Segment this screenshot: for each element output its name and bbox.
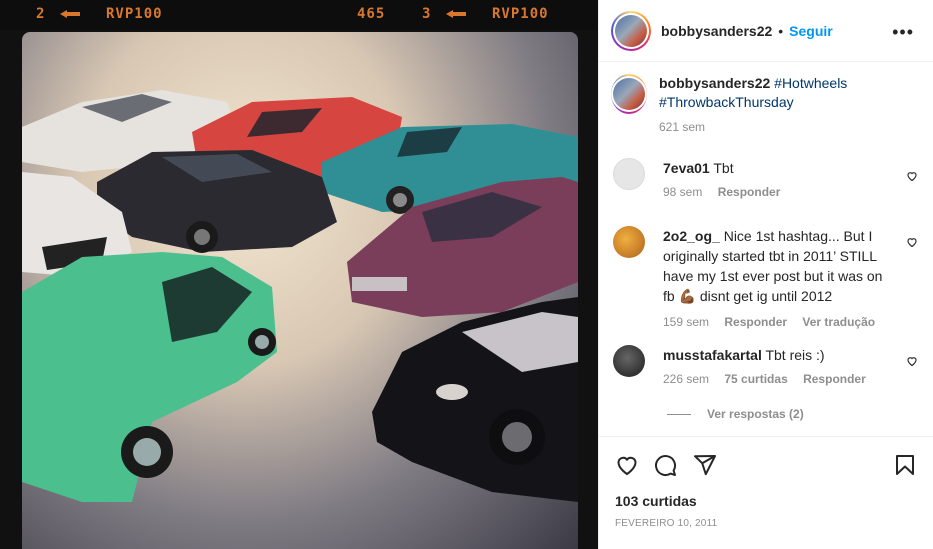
author-username[interactable]: bobbysanders22 [661,23,772,39]
comment-item: 7eva01 Tbt 98 sem Responder [613,158,918,202]
comment-timestamp[interactable]: 98 sem [663,185,702,199]
toy-cars-scene [22,32,578,549]
film-frame-count: 465 [357,6,386,22]
separator-dot: • [778,22,784,39]
commenter-username[interactable]: 7eva01 [663,160,710,176]
hashtag-link[interactable]: #Hotwheels [774,75,847,91]
reply-button[interactable]: Responder [718,185,781,199]
view-replies-button[interactable]: Ver respostas (2) [667,407,804,421]
more-options-icon[interactable]: ••• [892,22,914,43]
dark-sports-car [372,297,578,502]
like-comment-heart-icon[interactable] [906,170,918,182]
comment-item: 2o2_og_ Nice 1st hashtag... But I origin… [613,226,918,332]
post-viewer: 2 RVP100 465 3 RVP100 bobbysanders22 • S… [0,0,933,549]
film-strip: 2 RVP100 465 3 RVP100 [0,0,598,30]
comment-text: Tbt reis :) [765,347,825,363]
see-translation-button[interactable]: Ver tradução [802,315,875,329]
comment-likes[interactable]: 75 curtidas [724,372,787,386]
share-icon[interactable] [693,453,717,477]
comment-icon[interactable] [653,453,677,477]
commenter-avatar[interactable] [613,226,645,258]
reply-button[interactable]: Responder [724,315,787,329]
view-replies-label: Ver respostas (2) [707,407,804,421]
caption-username[interactable]: bobbysanders22 [659,75,770,91]
bookmark-icon[interactable] [893,453,917,477]
commenter-avatar[interactable] [613,158,645,190]
film-arrow-icon-right [446,10,466,18]
post-actions: 103 curtidas FEVEREIRO 10, 2011 [599,436,933,549]
post-date[interactable]: FEVEREIRO 10, 2011 [615,518,717,529]
post-header: bobbysanders22 • Seguir ••• [599,0,933,62]
post-details-panel: bobbysanders22 • Seguir ••• bobbysanders… [598,0,933,549]
commenter-avatar[interactable] [613,345,645,377]
replies-divider [667,413,691,415]
follow-button[interactable]: Seguir [789,23,833,39]
reply-button[interactable]: Responder [803,372,866,386]
green-car [22,252,277,502]
like-comment-heart-icon[interactable] [906,236,918,248]
author-avatar[interactable] [611,10,651,51]
film-label-left: RVP100 [106,6,163,22]
film-frame-number-left: 2 [36,6,46,22]
heart-icon[interactable] [615,453,639,477]
film-arrow-icon-left [60,10,80,18]
comment-timestamp[interactable]: 159 sem [663,315,709,329]
post-caption: bobbysanders22 #Hotwheels #ThrowbackThur… [611,74,921,137]
commenter-username[interactable]: 2o2_og_ [663,228,720,244]
caption-timestamp[interactable]: 621 sem [659,120,705,134]
commenter-username[interactable]: musstafakartal [663,347,762,363]
film-frame-number-right: 3 [422,6,432,22]
like-count[interactable]: 103 curtidas [615,493,697,509]
post-photo[interactable]: 2 RVP100 465 3 RVP100 [0,0,598,549]
caption-author-avatar[interactable] [611,74,647,114]
comment-timestamp[interactable]: 226 sem [663,372,709,386]
hashtag-link[interactable]: #ThrowbackThursday [659,94,794,110]
comment-item: musstafakartal Tbt reis :) 226 sem 75 cu… [613,345,918,389]
film-label-right: RVP100 [492,6,549,22]
comment-text: Tbt [713,160,734,176]
like-comment-heart-icon[interactable] [906,355,918,367]
